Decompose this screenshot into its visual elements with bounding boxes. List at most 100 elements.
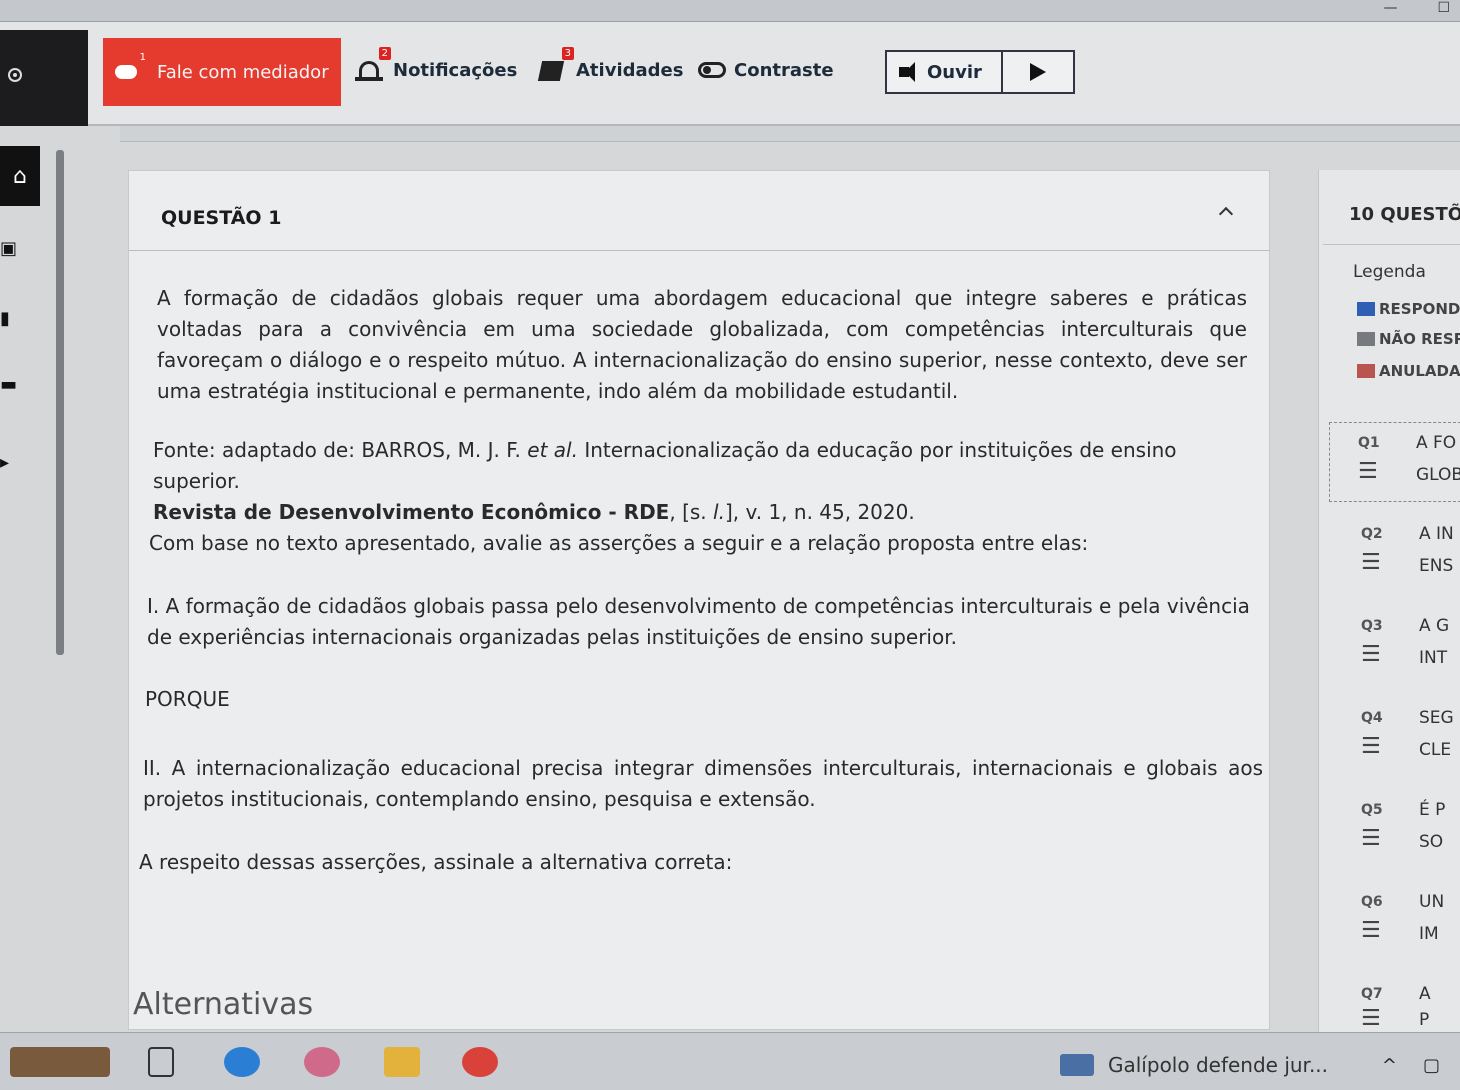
notifications-badge: 2: [378, 47, 391, 60]
question-count-title: 10 QUESTÕ: [1349, 204, 1460, 225]
source-citation: Fonte: adaptado de: BARROS, M. J. F. et …: [153, 435, 1253, 528]
pencil-icon[interactable]: ▬: [0, 374, 18, 395]
book-side-icon[interactable]: ▮: [0, 308, 18, 329]
question-number: Q4: [1361, 710, 1383, 726]
top-toolbar: 1 Fale com mediador 2 Notificações 3 Ati…: [0, 22, 1460, 126]
book-icon: 3: [537, 47, 574, 85]
activities-label: Atividades: [576, 59, 684, 81]
question-list-item[interactable]: Q7 ☰ A P: [1333, 974, 1460, 1032]
notifications-button[interactable]: 2 Notificações: [355, 47, 518, 90]
question-number: Q6: [1361, 894, 1383, 910]
question-list-panel: 10 QUESTÕ Legenda RESPOND NÃO RESP ANULA…: [1318, 170, 1460, 1032]
play-button[interactable]: [1003, 52, 1073, 92]
question-card: QUESTÃO 1 A formação de cidadãos globais…: [128, 170, 1270, 1030]
collapse-chevron-icon[interactable]: [1218, 206, 1234, 222]
task-view-icon[interactable]: [148, 1047, 174, 1077]
activities-badge: 3: [561, 47, 574, 60]
contrast-icon: [698, 62, 726, 78]
window-controls: — ☐: [1383, 0, 1450, 16]
scrollbar[interactable]: [56, 150, 64, 655]
question-snippet: IM: [1419, 924, 1439, 944]
question-list-item[interactable]: Q2 ☰ A IN ENS: [1333, 514, 1460, 594]
question-list-item[interactable]: Q5 ☰ É P SO: [1333, 790, 1460, 870]
question-list-item[interactable]: Q4 ☰ SEG CLE: [1333, 698, 1460, 778]
list-icon: ☰: [1361, 734, 1381, 759]
toolbar-left-panel: [0, 30, 88, 126]
list-icon: ☰: [1361, 918, 1381, 943]
maximize-icon[interactable]: ☐: [1437, 0, 1450, 16]
legend-label: Legenda: [1353, 262, 1426, 282]
contrast-label: Contraste: [734, 59, 834, 81]
toolbar-divider: [120, 126, 1460, 142]
question-snippet: ENS: [1419, 556, 1454, 576]
news-text: Galípolo defende jur...: [1108, 1053, 1329, 1077]
tray-app-icon[interactable]: ▢: [1423, 1055, 1440, 1076]
chevron-up-icon[interactable]: ^: [1382, 1055, 1397, 1076]
notifications-label: Notificações: [393, 59, 518, 81]
source-l: l.: [713, 500, 725, 524]
source-text: Fonte: adaptado de: BARROS, M. J. F.: [153, 438, 528, 462]
question-snippet: P: [1419, 1010, 1430, 1030]
contrast-button[interactable]: Contraste: [698, 50, 834, 90]
home-icon[interactable]: ⌂: [0, 146, 40, 206]
question-snippet: GLOB: [1416, 465, 1460, 485]
question-number: Q1: [1358, 435, 1380, 451]
mediator-label: Fale com mediador: [157, 61, 329, 83]
legend-text: RESPOND: [1379, 300, 1460, 318]
source-place: , [s.: [669, 500, 714, 524]
speaker-icon: [899, 62, 915, 82]
legend-swatch: [1357, 332, 1375, 346]
question-prompt: Com base no texto apresentado, avalie as…: [149, 531, 1089, 555]
question-snippet: UN: [1419, 892, 1445, 912]
question-number: Q3: [1361, 618, 1383, 634]
minimize-icon[interactable]: —: [1383, 0, 1397, 16]
news-widget[interactable]: Galípolo defende jur...: [1060, 1053, 1328, 1077]
list-icon: ☰: [1361, 550, 1381, 575]
question-header[interactable]: QUESTÃO 1: [129, 171, 1269, 251]
question-snippet: INT: [1419, 648, 1448, 668]
question-snippet: A IN: [1419, 524, 1454, 544]
legend-text: ANULADA: [1379, 362, 1460, 380]
file-explorer-icon[interactable]: [384, 1047, 420, 1077]
list-icon: ☰: [1361, 826, 1381, 851]
assertion-2: II. A internacionalização educacional pr…: [143, 756, 1263, 811]
browser-url-bar[interactable]: — ☐: [0, 0, 1460, 22]
question-snippet: A G: [1419, 616, 1450, 636]
calendar-icon[interactable]: ▣: [0, 238, 18, 259]
activities-button[interactable]: 3 Atividades: [537, 47, 684, 90]
list-icon: ☰: [1358, 459, 1378, 484]
news-icon: [1060, 1054, 1094, 1076]
question-list-item[interactable]: Q1 ☰ A FO GLOB: [1329, 422, 1460, 502]
mediator-badge: 1: [139, 52, 146, 63]
source-journal: Revista de Desenvolvimento Econômico - R…: [153, 500, 670, 524]
mediator-button[interactable]: 1 Fale com mediador: [103, 38, 341, 106]
chrome-icon[interactable]: [462, 1047, 498, 1077]
question-snippet: SEG: [1419, 708, 1454, 728]
taskbar: Galípolo defende jur... ^ ▢: [0, 1032, 1460, 1090]
widget-image-icon[interactable]: [10, 1047, 110, 1077]
question-list-item[interactable]: Q6 ☰ UN IM: [1333, 882, 1460, 962]
legend-swatch: [1357, 364, 1375, 378]
left-sidebar: ⌂ ▣ ▮ ▬ ▸: [0, 142, 40, 1032]
legend-text: NÃO RESP: [1379, 330, 1460, 348]
target-icon[interactable]: [8, 68, 22, 82]
listen-control: Ouvir: [885, 50, 1075, 94]
question-number: Q5: [1361, 802, 1383, 818]
list-icon: ☰: [1361, 642, 1381, 667]
arrow-icon[interactable]: ▸: [0, 452, 18, 473]
alternatives-title: Alternativas: [133, 987, 314, 1022]
legend-answered: RESPOND: [1357, 300, 1460, 318]
source-volume: ], v. 1, n. 45, 2020.: [724, 500, 915, 524]
question-title: QUESTÃO 1: [161, 207, 282, 229]
question-number: Q2: [1361, 526, 1383, 542]
copilot-icon[interactable]: [304, 1047, 340, 1077]
question-list-item[interactable]: Q3 ☰ A G INT: [1333, 606, 1460, 686]
edge-icon[interactable]: [224, 1047, 260, 1077]
legend-unanswered: NÃO RESP: [1357, 330, 1460, 348]
chat-icon: 1: [113, 52, 146, 87]
listen-button[interactable]: Ouvir: [887, 52, 1003, 92]
question-snippet: SO: [1419, 832, 1444, 852]
legend-swatch: [1357, 302, 1375, 316]
system-tray: ^ ▢: [1382, 1055, 1440, 1076]
question-paragraph: A formação de cidadãos globais requer um…: [157, 286, 1247, 403]
